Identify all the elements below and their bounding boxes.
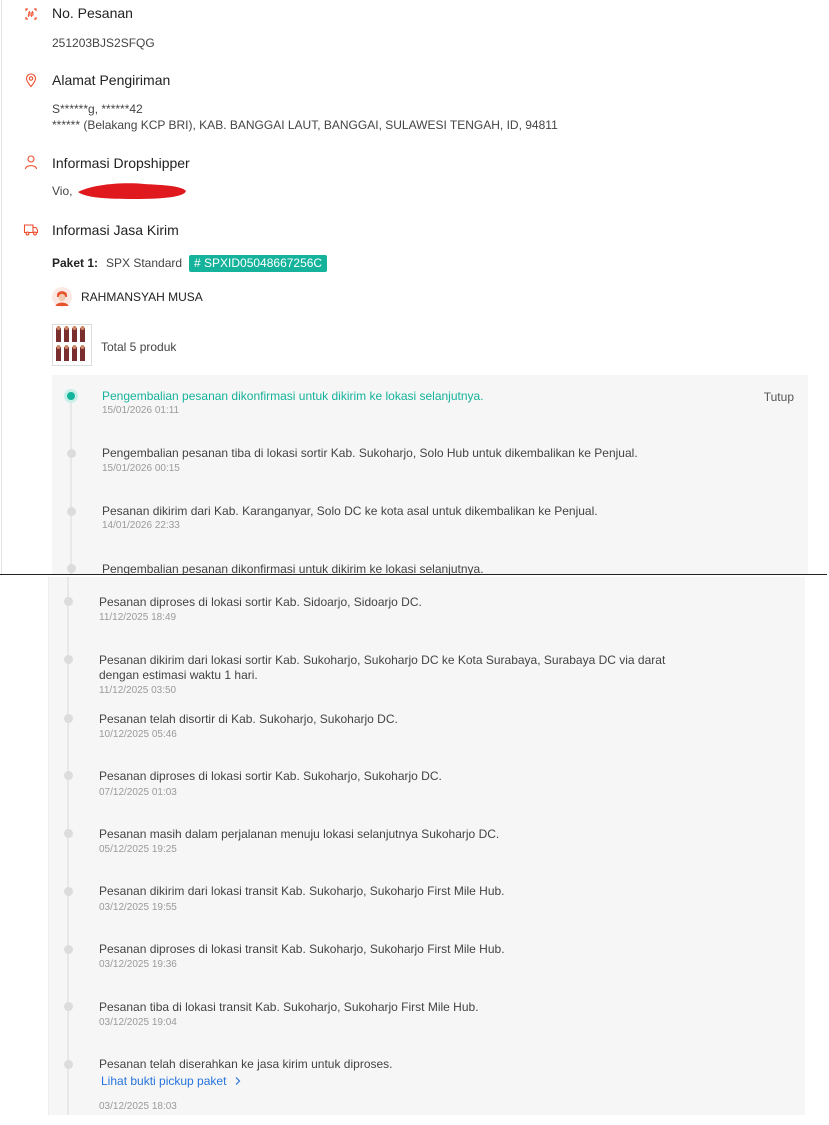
timeline-dot [64, 829, 73, 838]
event-time: 05/12/2025 19:25 [99, 844, 177, 855]
address-title: Alamat Pengiriman [52, 72, 171, 88]
event-time: 03/12/2025 19:55 [99, 902, 177, 913]
timeline-dot [64, 655, 73, 664]
timeline-dot [67, 564, 76, 573]
order-number-value: 251203BJS2SFQG [52, 36, 155, 50]
event-title: Pesanan tiba di lokasi transit Kab. Suko… [99, 1000, 479, 1014]
event-title: Pesanan dikirim dari Kab. Karanganyar, S… [102, 504, 598, 518]
event-time: 03/12/2025 19:04 [99, 1017, 177, 1028]
timeline-dot [64, 714, 73, 723]
order-number-title: No. Pesanan [52, 5, 133, 21]
event-title: Pesanan diproses di lokasi sortir Kab. S… [99, 769, 442, 783]
event-time: 15/01/2026 01:11 [102, 405, 180, 416]
event-title: Pesanan masih dalam perjalanan menuju lo… [99, 827, 500, 841]
driver-name: RAHMANSYAH MUSA [81, 290, 203, 304]
timeline-line [70, 403, 72, 574]
timeline-dot [67, 449, 76, 458]
pickup-proof-link-label[interactable]: Lihat bukti pickup paket [101, 1074, 226, 1088]
pickup-proof-link[interactable]: Lihat bukti pickup paket [101, 1074, 243, 1088]
timeline-dot [64, 887, 73, 896]
event-time: 11/12/2025 03:50 [99, 685, 177, 696]
event-title: Pesanan diproses di lokasi transit Kab. … [99, 942, 505, 956]
event-title: Pesanan telah diserahkan ke jasa kirim u… [99, 1057, 393, 1071]
tracking-timeline-top: Pengembalian pesanan dikonfirmasi untuk … [52, 375, 808, 576]
event-time: 07/12/2025 01:03 [99, 787, 177, 798]
tracking-timeline-bottom: Pesanan diproses di lokasi sortir Kab. S… [49, 577, 805, 1115]
product-thumbnail[interactable] [52, 324, 92, 366]
package-label: Paket 1: [52, 256, 99, 270]
event-title: Pesanan dikirim dari lokasi transit Kab.… [99, 884, 505, 898]
product-total: Total 5 produk [101, 340, 177, 354]
event-title: Pengembalian pesanan tiba di lokasi sort… [102, 446, 638, 460]
timeline-dot-active [67, 392, 75, 400]
timeline-dot [64, 945, 73, 954]
timeline-dot [64, 771, 73, 780]
event-title: Pengembalian pesanan dikonfirmasi untuk … [102, 389, 484, 403]
close-button[interactable]: Tutup [764, 390, 794, 404]
driver-avatar [52, 287, 72, 307]
tracking-number-tag[interactable]: # SPXID05048667256C [189, 255, 328, 272]
event-time: 03/12/2025 19:36 [99, 959, 177, 970]
location-pin-icon [25, 73, 37, 88]
truck-icon [23, 224, 39, 236]
event-time: 11/12/2025 18:49 [99, 612, 177, 623]
event-time: 14/01/2026 22:33 [102, 520, 180, 531]
redaction-mark [78, 183, 186, 199]
address-detail: ****** (Belakang KCP BRI), KAB. BANGGAI … [52, 118, 558, 132]
event-title-continued: dengan estimasi waktu 1 hari. [99, 668, 258, 682]
event-time: 15/01/2026 00:15 [102, 463, 180, 474]
courier-name: SPX Standard [106, 256, 183, 270]
person-icon [24, 155, 38, 170]
event-title: Pesanan telah disortir di Kab. Sukoharjo… [99, 712, 398, 726]
timeline-dot [64, 597, 73, 606]
hash-icon [25, 8, 37, 20]
timeline-dot [67, 507, 76, 516]
dropshipper-title: Informasi Dropshipper [52, 155, 190, 171]
address-recipient: S******g, ******42 [52, 102, 143, 116]
timeline-dot [64, 1002, 73, 1011]
shipping-title: Informasi Jasa Kirim [52, 222, 179, 238]
timeline-dot [64, 1060, 73, 1069]
event-title: Pesanan dikirim dari lokasi sortir Kab. … [99, 653, 666, 667]
chevron-right-icon [235, 1077, 241, 1085]
event-time: 10/12/2025 05:46 [99, 729, 177, 740]
dropshipper-value: Vio, [52, 184, 73, 198]
event-time: 03/12/2025 18:03 [99, 1101, 177, 1112]
left-border [1, 0, 2, 575]
event-title: Pesanan diproses di lokasi sortir Kab. S… [99, 595, 422, 609]
